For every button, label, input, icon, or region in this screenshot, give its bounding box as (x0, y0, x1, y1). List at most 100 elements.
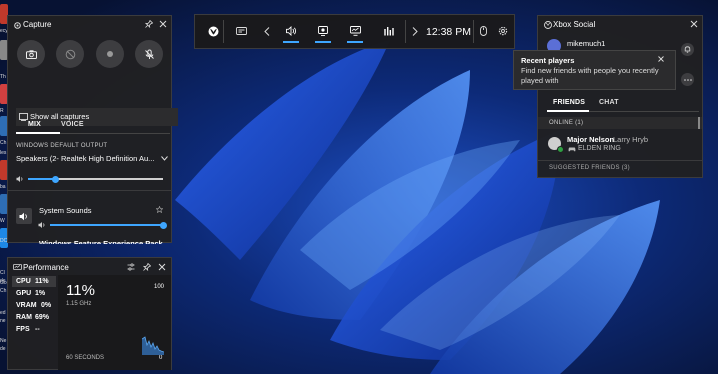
metric-row[interactable]: GPU 1% (16, 290, 56, 297)
settings-icon (498, 26, 508, 36)
speaker-icon (19, 212, 27, 220)
graph-max-label: 100 (154, 284, 165, 290)
metric-label: FPS (16, 326, 30, 333)
desktop-icon-label: les (0, 150, 7, 156)
scrollbar[interactable] (698, 117, 700, 129)
metric-row[interactable]: CPU 11% (16, 278, 56, 285)
record-icon (107, 51, 113, 57)
microphone-off-icon (144, 49, 154, 59)
divider (473, 20, 474, 43)
scroll-left-button[interactable] (261, 15, 273, 47)
section-divider (7, 190, 172, 191)
tab-friends-underline (547, 110, 589, 112)
record-last-icon (65, 49, 75, 59)
speaker-icon (38, 221, 46, 229)
metric-value: 11% (35, 278, 49, 285)
system-sounds-label: System Sounds (39, 206, 92, 215)
capture-widget-icon (13, 21, 21, 29)
close-icon[interactable] (657, 55, 665, 63)
more-options-icon[interactable] (681, 73, 694, 86)
online-status-dot (557, 146, 564, 153)
game-bar: 12:38 PM (194, 14, 515, 49)
start-recording-button[interactable] (96, 40, 124, 68)
avatar (548, 137, 564, 153)
pin-icon[interactable] (144, 19, 154, 29)
record-last-button[interactable] (56, 40, 84, 68)
metric-row[interactable]: FPS -- (16, 326, 56, 333)
mouse-icon (479, 26, 487, 36)
master-volume-slider[interactable] (28, 175, 163, 183)
friend-gamertag: Major Nelson (567, 135, 615, 144)
close-icon[interactable] (689, 19, 699, 29)
cpu-big-value: 11% (66, 282, 95, 299)
friend-game: ELDEN RING (578, 145, 621, 152)
xbox-logo-icon (208, 26, 218, 36)
close-icon[interactable] (158, 19, 168, 29)
metric-label: CPU (16, 278, 31, 285)
cpu-usage-graph (142, 336, 164, 355)
tab-chat[interactable]: CHAT (599, 99, 619, 106)
desktop-icon-label: W (0, 218, 5, 224)
xbox-social-icon (543, 20, 552, 29)
microphone-button[interactable] (135, 40, 163, 68)
output-device-select[interactable]: Speakers (2- Realtek High Definition Au.… (16, 154, 168, 164)
favorite-star-icon[interactable] (155, 205, 163, 213)
friend-row[interactable]: Major Nelson Larry Hryb ELDEN RING (538, 130, 702, 158)
notifications-icon[interactable] (681, 43, 694, 56)
options-icon[interactable] (126, 262, 136, 272)
chevron-down-icon (160, 155, 168, 162)
resources-button[interactable] (380, 15, 398, 47)
slider-thumb[interactable] (51, 175, 59, 183)
pin-icon[interactable] (142, 262, 152, 272)
online-header: ONLINE (1) (549, 120, 584, 126)
performance-widget: Performance CPU 11% GPU 1% VRAM 0% RAM 6… (7, 257, 172, 370)
metric-value: 1% (35, 290, 46, 297)
capture-title: Capture (23, 20, 52, 29)
close-icon[interactable] (157, 262, 167, 272)
desktop-icon-label: Ch (0, 140, 7, 146)
system-sounds-volume-slider[interactable] (50, 221, 167, 229)
feature-pack-label: Windows Feature Experience Pack (39, 240, 163, 244)
metric-label: GPU (16, 290, 32, 297)
active-indicator (347, 41, 363, 43)
desktop-icon-label: de (0, 346, 6, 352)
desktop-icon-label: ed (0, 310, 6, 316)
graph-duration-label: 60 SECONDS (66, 355, 105, 361)
tab-mix[interactable]: MIX (28, 121, 41, 128)
slider-thumb[interactable] (159, 221, 167, 229)
suggested-header[interactable]: SUGGESTED FRIENDS (3) (549, 165, 630, 171)
metric-label: RAM (16, 314, 32, 321)
metric-list: CPU 11% GPU 1% VRAM 0% RAM 69% FPS -- (8, 276, 58, 370)
settings-button[interactable] (496, 15, 510, 47)
active-indicator (315, 41, 331, 43)
mouse-button[interactable] (477, 15, 489, 47)
performance-icon (12, 263, 22, 271)
chevron-right-icon (412, 26, 418, 36)
desktop-icon-label: Ch (0, 288, 7, 294)
tab-voice[interactable]: VOICE (61, 121, 84, 128)
desktop-icon-label: ne (0, 318, 6, 324)
tab-friends[interactable]: FRIENDS (553, 99, 585, 106)
output-caption: WINDOWS DEFAULT OUTPUT (16, 143, 108, 149)
desktop-icon-label: Cl (0, 270, 5, 276)
audio-section: MIX VOICE WINDOWS DEFAULT OUTPUT Speaker… (7, 113, 172, 244)
scroll-right-button[interactable] (409, 15, 421, 47)
clock: 12:38 PM (426, 26, 471, 38)
section-divider (538, 160, 702, 161)
metric-row[interactable]: VRAM 0% (16, 302, 56, 309)
active-indicator (283, 41, 299, 43)
screenshot-button[interactable] (17, 40, 45, 68)
widget-menu-button[interactable] (233, 15, 249, 47)
friend-real-name: Larry Hryb (613, 135, 649, 144)
graph-min-label: 0 (159, 355, 163, 361)
recent-players-tooltip: Recent players Find new friends with peo… (513, 50, 676, 90)
xbox-logo-button[interactable] (205, 15, 221, 47)
metric-row[interactable]: RAM 69% (16, 314, 56, 321)
widget-menu-icon (235, 27, 247, 35)
metric-value: -- (35, 326, 40, 333)
speaker-icon (16, 175, 24, 183)
chevron-left-icon (264, 26, 270, 36)
username: mikemuch1 (567, 39, 606, 48)
metric-value: 0% (41, 302, 52, 309)
online-header-row[interactable]: ONLINE (1) (538, 117, 702, 129)
